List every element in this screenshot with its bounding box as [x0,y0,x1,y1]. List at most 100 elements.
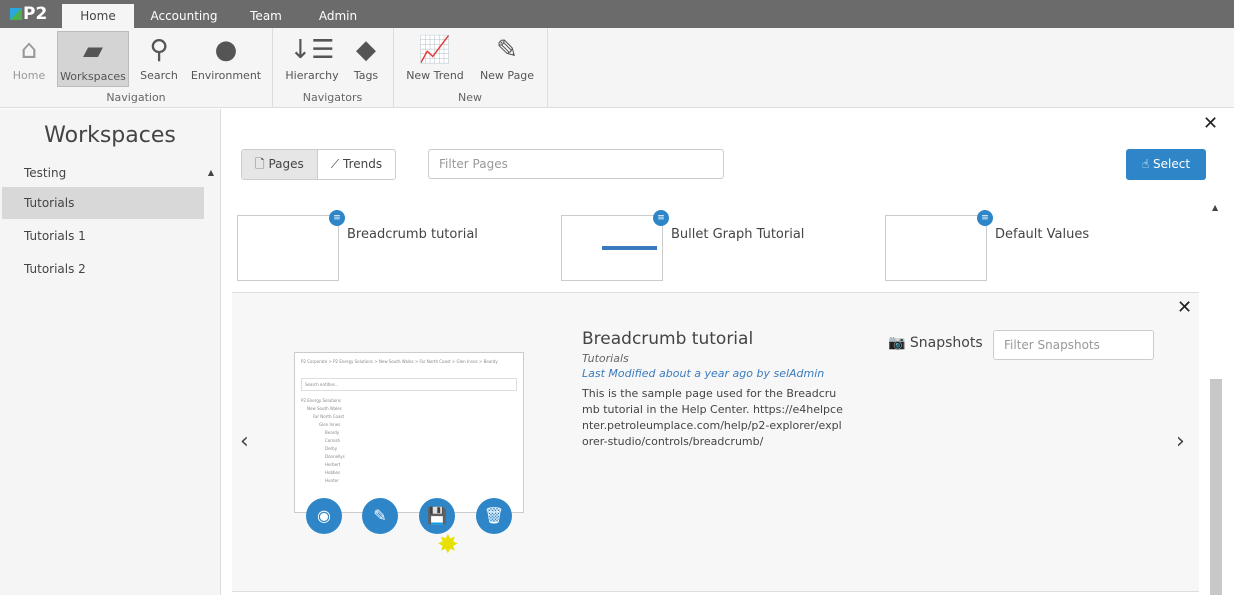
workspaces-button[interactable]: ▰ Workspaces [57,31,129,87]
camera-icon: 📷 [888,335,906,351]
divider [547,28,548,108]
label: Testing [24,166,67,180]
caret-up-icon[interactable]: ▲ [208,157,214,189]
group-label-navigators: Navigators [302,91,363,104]
menu-icon[interactable]: ≡ [329,210,345,226]
tree-node: Far North Coast [313,414,345,419]
tab-home[interactable]: Home [62,4,134,28]
page-card-thumbnail[interactable]: ≡ [561,210,669,281]
save-as-button[interactable]: 💾 [419,498,455,534]
menu-icon[interactable]: ≡ [653,210,669,226]
main-content: ✕ 🗋 Pages ⟋ Trends Filter Pages ☝ Select… [222,109,1234,595]
preview-breadcrumb: P2 Corporate > P2 Energy Solutions > New… [301,359,498,364]
logo-text: P2 [23,4,48,24]
tab-team[interactable]: Team [240,4,292,28]
tree-node: New South Wales [307,406,342,411]
label: Trends [343,157,383,171]
select-button[interactable]: ☝ Select [1126,149,1206,180]
tree-node: Glen Innes [319,422,341,427]
page-preview: P2 Corporate > P2 Energy Solutions > New… [294,352,524,513]
new-trend-button[interactable]: 📈 New Trend [404,31,466,87]
tree-node: Hunter [325,478,339,483]
label: Tags [353,69,379,82]
close-detail-icon[interactable]: ✕ [1177,297,1192,318]
sidebar-item-tutorials[interactable]: Tutorials [2,187,204,219]
sidebar-item-testing[interactable]: Testing ▲ [2,157,214,189]
tree-node: Cornish [325,438,341,443]
sidebar-item-tutorials-1[interactable]: Tutorials 1 [2,220,204,252]
detail-description: This is the sample page used for the Bre… [582,387,843,448]
environment-button[interactable]: ● Environment [190,31,262,87]
label: New Page [479,69,535,82]
edit-icon: ✎ [496,35,518,65]
hierarchy-icon: ↓☰ [289,35,335,65]
group-label-new: New [458,91,482,104]
eye-icon: ◉ [317,506,331,525]
edit-button[interactable]: ✎ [362,498,398,534]
sidebar-title: Workspaces [44,123,176,148]
label: Pages [268,157,304,171]
label: Environment [190,69,262,82]
search-icon: ⚲ [149,35,169,65]
page-card-thumbnail[interactable]: ≡ [885,210,993,281]
workspaces-sidebar: Workspaces Testing ▲ Tutorials Tutorials … [0,109,221,595]
click-highlight-icon: ✸ [437,530,459,560]
hierarchy-button[interactable]: ↓☰ Hierarchy [284,31,340,87]
page-card-title[interactable]: Bullet Graph Tutorial [671,227,804,242]
tree-node: Hobbes [325,470,341,475]
chevron-left-icon[interactable]: ‹ [240,429,249,454]
label: Workspaces [60,70,126,83]
home-icon: ⌂ [20,35,38,65]
trash-icon: 🗑 [483,506,505,525]
folder-open-icon: ▰ [83,36,103,66]
new-page-button[interactable]: ✎ New Page [476,31,538,87]
trend-icon: 📈 [418,35,452,65]
delete-button[interactable]: 🗑 [476,498,512,534]
filter-pages-input[interactable]: Filter Pages [428,149,724,179]
label: Snapshots [909,335,983,351]
sidebar-item-tutorials-2[interactable]: Tutorials 2 [2,253,204,285]
tree-node: Donnellys [325,454,345,459]
detail-modified: Last Modified about a year ago by selAdm… [582,367,825,380]
tab-accounting[interactable]: Accounting [145,4,223,28]
detail-title: Breadcrumb tutorial [582,329,754,349]
detail-workspace: Tutorials [582,352,629,365]
tree-node: Beardy [325,430,340,435]
preview-tree: P2 Energy Solutions New South Wales Far … [301,397,517,485]
label: Home [12,69,46,82]
view-toggle: 🗋 Pages ⟋ Trends [241,149,397,180]
top-bar: P2 Home Accounting Team Admin [0,0,1234,28]
scroll-up-icon[interactable]: ▲ [1212,203,1218,212]
pencil-icon: ✎ [373,506,387,525]
trends-tab[interactable]: ⟋ Trends [318,150,395,179]
tags-button[interactable]: ◆ Tags [346,31,386,87]
label: Select [1153,157,1191,171]
snapshots-label: 📷 Snapshots [888,335,983,351]
chevron-right-icon[interactable]: › [1176,429,1185,454]
ribbon: ⌂ Home ▰ Workspaces ⚲ Search ● Environment N… [0,28,1234,108]
tree-node: Derby [325,446,338,451]
page-card-title[interactable]: Default Values [995,227,1089,242]
label: Search [140,69,178,82]
page-card-thumbnail[interactable]: ≡ [237,210,345,281]
page-card-title[interactable]: Breadcrumb tutorial [347,227,478,242]
filter-snapshots-input[interactable]: Filter Snapshots [993,330,1154,360]
close-icon[interactable]: ✕ [1203,113,1218,134]
page-detail-panel: ✕ ‹ › P2 Corporate > P2 Energy Solutions… [232,292,1199,592]
home-button[interactable]: ⌂ Home [6,31,52,87]
view-button[interactable]: ◉ [306,498,342,534]
preview-search: Search entities... [301,378,517,391]
tree-node: P2 Energy Solutions [301,398,341,403]
label: New Trend [406,69,464,82]
scrollbar[interactable] [1210,379,1222,595]
search-button[interactable]: ⚲ Search [136,31,182,87]
menu-icon[interactable]: ≡ [977,210,993,226]
bullet-preview [602,246,657,250]
tab-admin[interactable]: Admin [310,4,366,28]
p2-logo: P2 [10,4,47,24]
tree-node: Herbert [325,462,341,467]
group-label-navigation: Navigation [106,91,166,104]
save-edit-icon: 💾 [427,506,447,525]
user-icon: ● [214,35,238,65]
pages-tab[interactable]: 🗋 Pages [242,150,318,179]
